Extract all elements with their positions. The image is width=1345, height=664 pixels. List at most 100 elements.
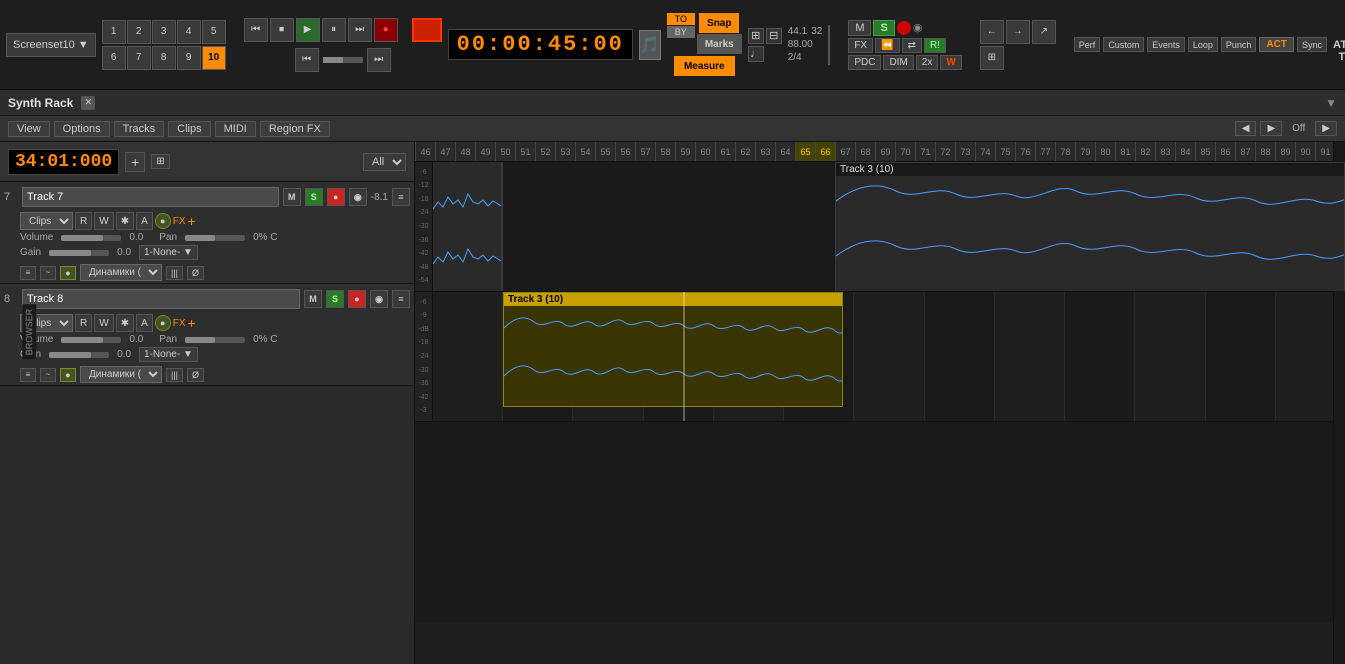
track-7-long-clip[interactable]: Track 3 (10): [835, 162, 1345, 292]
measure-btn[interactable]: Measure: [674, 56, 735, 76]
arrow-right-btn[interactable]: →: [1006, 20, 1030, 44]
options-menu[interactable]: Options: [54, 121, 110, 137]
view-menu[interactable]: View: [8, 121, 50, 137]
num-7[interactable]: 7: [127, 46, 151, 70]
grid-view-btn[interactable]: ⊞: [980, 46, 1004, 70]
track-8-s-btn[interactable]: S: [326, 290, 344, 308]
loop-btn[interactable]: Loop: [1188, 37, 1218, 52]
track-8-r-btn[interactable]: R: [75, 314, 92, 332]
settings-btn[interactable]: ▶: [1315, 121, 1337, 136]
fast-forward-btn[interactable]: ⏭: [348, 18, 372, 42]
minimize-btn[interactable]: ◀: [1235, 121, 1257, 136]
fx-btn[interactable]: FX: [848, 38, 873, 53]
track-8-volume-slider[interactable]: [61, 337, 121, 343]
track-7-plus-btn[interactable]: +: [188, 213, 196, 229]
track-7-short-clip[interactable]: [433, 162, 503, 292]
record-btn[interactable]: ●: [374, 18, 398, 42]
track-8-power2-btn[interactable]: ●: [60, 368, 76, 382]
track-7-dynamics-dropdown[interactable]: Динамики (: [80, 264, 162, 281]
swap-btn[interactable]: ⇄: [902, 38, 922, 53]
rewind-icon[interactable]: ⏪: [875, 38, 899, 53]
arrow-diagonal-btn[interactable]: ↗: [1032, 20, 1056, 44]
track-7-star-btn[interactable]: ✱: [116, 212, 134, 230]
snap-btn[interactable]: Snap: [699, 13, 739, 33]
play-btn[interactable]: ▶: [296, 18, 320, 42]
track-7-power2-btn[interactable]: ●: [60, 266, 76, 280]
clips-menu[interactable]: Clips: [168, 121, 210, 137]
track-8-fx-label[interactable]: FX: [173, 318, 186, 329]
go-to-start-btn[interactable]: ⏮: [244, 18, 268, 42]
num-2[interactable]: 2: [127, 20, 151, 44]
track-8-clip[interactable]: Track 3 (10): [503, 292, 843, 407]
metronome-indicator[interactable]: 🎵: [639, 30, 661, 60]
track-8-dynamics-dropdown[interactable]: Динамики (: [80, 366, 162, 383]
position-slider[interactable]: [323, 57, 363, 63]
collapse-icon[interactable]: ▼: [1325, 96, 1337, 110]
num-4[interactable]: 4: [177, 20, 201, 44]
metronome-btn[interactable]: ♩: [748, 46, 764, 62]
track-8-none-dropdown[interactable]: 1-None- ▼: [139, 347, 198, 362]
track-8-pan-slider[interactable]: [185, 337, 245, 343]
dim-btn[interactable]: DIM: [883, 55, 913, 70]
perf-btn[interactable]: Perf: [1074, 37, 1101, 52]
midi-menu[interactable]: MIDI: [215, 121, 256, 137]
track-8-m-btn[interactable]: M: [304, 290, 322, 308]
track-8-a-btn[interactable]: A: [136, 314, 153, 332]
track-8-rec-btn[interactable]: ●: [348, 290, 366, 308]
num-3[interactable]: 3: [152, 20, 176, 44]
marks-btn[interactable]: Marks: [697, 34, 742, 54]
track-7-none-dropdown[interactable]: 1-None- ▼: [139, 245, 198, 260]
track-7-m-btn[interactable]: M: [283, 188, 301, 206]
track-8-gain-slider[interactable]: [49, 352, 109, 358]
grid-icon[interactable]: ⊞: [748, 28, 764, 44]
track-8-mute-icon[interactable]: Ø: [187, 368, 204, 382]
grid-btn[interactable]: ⊞: [151, 154, 169, 169]
time-display[interactable]: 00:00:45:00: [448, 29, 633, 60]
track-7-a-btn[interactable]: A: [136, 212, 153, 230]
tracks-menu[interactable]: Tracks: [114, 121, 165, 137]
region-fx-menu[interactable]: Region FX: [260, 121, 330, 137]
track-7-name-input[interactable]: [22, 187, 279, 207]
add-track-btn[interactable]: +: [125, 152, 145, 172]
track-8-canvas[interactable]: -6 -9 -dB -18 -24 -30 -36 -42 -3: [415, 292, 1345, 422]
track-7-wave-btn[interactable]: ~: [40, 266, 56, 280]
snap-to-btn[interactable]: TO: [667, 13, 695, 25]
all-dropdown[interactable]: All: [363, 153, 406, 171]
track-8-name-input[interactable]: [22, 289, 300, 309]
track-7-rec-btn[interactable]: ●: [327, 188, 345, 206]
record-arm-btn[interactable]: R!: [924, 38, 946, 53]
w-btn[interactable]: W: [940, 55, 961, 70]
track-7-collapse-btn[interactable]: ≡: [20, 266, 36, 280]
sync-btn[interactable]: Sync: [1297, 37, 1327, 52]
track-7-pan-slider[interactable]: [185, 235, 245, 241]
events-btn[interactable]: Events: [1147, 37, 1185, 52]
punch-btn[interactable]: Punch: [1221, 37, 1257, 52]
track-7-meter-btn[interactable]: |||: [166, 266, 183, 280]
num-5[interactable]: 5: [202, 20, 226, 44]
track-7-r-btn[interactable]: R: [75, 212, 92, 230]
track-7-dark-area[interactable]: [503, 162, 833, 292]
track-7-speaker-btn[interactable]: ◉: [349, 188, 367, 206]
snap-by-btn[interactable]: BY: [667, 26, 695, 38]
track-8-meter-btn[interactable]: |||: [166, 368, 183, 382]
snap-icon[interactable]: ⊟: [766, 28, 782, 44]
num-10[interactable]: 10: [202, 46, 226, 70]
track-7-mute-icon[interactable]: Ø: [187, 266, 204, 280]
screenset-button[interactable]: Screenset10 ▼: [6, 33, 96, 57]
empty-canvas[interactable]: [415, 422, 1345, 622]
num-9[interactable]: 9: [177, 46, 201, 70]
track-8-star-btn[interactable]: ✱: [116, 314, 134, 332]
arrow-left-btn[interactable]: ←: [980, 20, 1004, 44]
track-7-fx-label[interactable]: FX: [173, 216, 186, 227]
track-7-s-btn[interactable]: S: [305, 188, 323, 206]
track-7-gain-slider[interactable]: [49, 250, 109, 256]
track-8-collapse-btn[interactable]: ≡: [20, 368, 36, 382]
pdc-btn[interactable]: PDC: [848, 55, 881, 70]
s-btn[interactable]: S: [873, 20, 894, 36]
stop-btn[interactable]: ⏹: [270, 18, 294, 42]
track-8-w-btn[interactable]: W: [94, 314, 113, 332]
track-8-plus-btn[interactable]: +: [188, 315, 196, 331]
track-7-fader-btn[interactable]: ≡: [392, 188, 410, 206]
synth-rack-close[interactable]: ✕: [81, 96, 95, 110]
track-7-w-btn[interactable]: W: [94, 212, 113, 230]
